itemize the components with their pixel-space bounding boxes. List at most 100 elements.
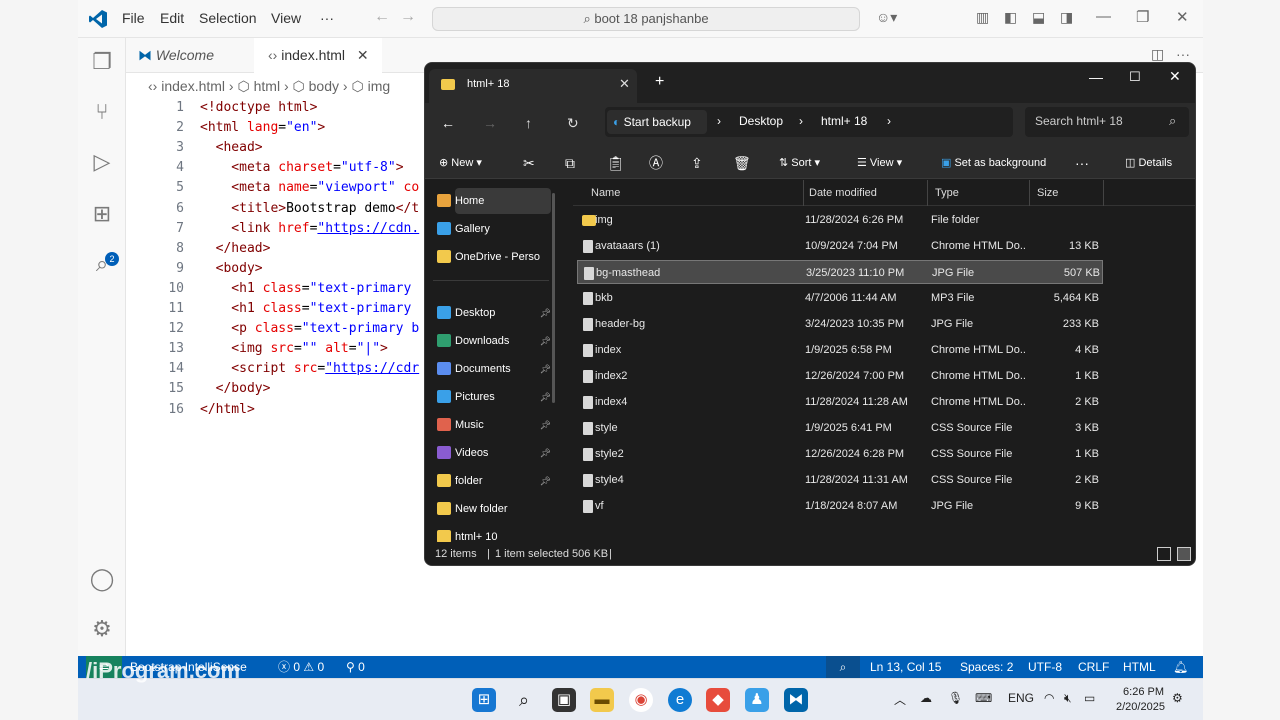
edge-icon[interactable]: e [668, 688, 692, 712]
code-line[interactable]: <link href="https://cdn. [200, 221, 419, 236]
nav-item-music[interactable]: Music 📌︎ [437, 412, 551, 438]
tiles-view-icon[interactable] [1177, 547, 1191, 561]
tab-welcome[interactable]: ⧓ Welcome [126, 38, 254, 73]
show-hidden-icons-icon[interactable]: ︿ [894, 691, 906, 708]
file-row[interactable]: style 1/9/2025 6:41 PM CSS Source File 3 KB [577, 416, 1103, 440]
menu-file[interactable]: File [122, 10, 145, 26]
code-line[interactable]: <meta charset="utf-8"> [200, 160, 403, 175]
file-explorer-icon[interactable]: ▬ [590, 688, 614, 712]
code-line[interactable]: </head> [200, 241, 271, 256]
view-button[interactable]: ☰ View ▾ [857, 147, 902, 179]
code-line[interactable]: <body> [200, 261, 263, 276]
toggle-secondary-sidebar-icon[interactable]: ◨ [1060, 9, 1073, 26]
start-windows-icon[interactable]: ⊞ [472, 688, 496, 712]
nav-item-folder[interactable]: folder 📌︎ [437, 468, 551, 494]
file-row[interactable]: index2 12/26/2024 7:00 PM Chrome HTML Do..… [577, 364, 1103, 388]
wifi-icon[interactable]: ◠ [1044, 691, 1054, 705]
code-line[interactable]: </body> [200, 381, 271, 396]
column-type[interactable]: Type [935, 180, 959, 206]
copilot-icon[interactable]: ☺▾ [876, 9, 897, 26]
input-language[interactable]: ENG [1008, 691, 1034, 705]
pin-icon[interactable]: 📌︎ [540, 412, 551, 438]
code-line[interactable]: <title>Bootstrap demo</t [200, 201, 419, 216]
pin-icon[interactable]: 📌︎ [540, 300, 551, 326]
column-divider[interactable] [927, 180, 928, 206]
sort-button[interactable]: ⇅ Sort ▾ [779, 147, 820, 179]
battery-icon[interactable]: ▭ [1084, 691, 1095, 705]
nav-item-documents[interactable]: Documents 📌︎ [437, 356, 551, 382]
pin-icon[interactable]: 📌︎ [540, 440, 551, 466]
vscode-taskbar-icon[interactable]: ⧓ [784, 688, 808, 712]
app-icon[interactable]: ♟ [745, 688, 769, 712]
nav-item-pictures[interactable]: Pictures 📌︎ [437, 384, 551, 410]
file-row[interactable]: index4 11/28/2024 11:28 AM Chrome HTML Do.… [577, 390, 1103, 414]
clock[interactable]: 6:26 PM 2/20/2025 [1116, 685, 1165, 715]
cut-icon[interactable]: ✂ [523, 147, 535, 179]
file-row[interactable]: style2 12/26/2024 6:28 PM CSS Source File 1… [577, 442, 1103, 466]
column-date-modified[interactable]: Date modified [809, 180, 877, 206]
notifications-bell-icon[interactable]: 🔔︎ [1173, 656, 1188, 678]
paste-icon[interactable]: 📋︎ [607, 147, 625, 179]
close-tab-icon[interactable]: ✕ [619, 76, 630, 92]
toggle-panel-icon[interactable]: ⬓ [1032, 9, 1045, 26]
menu-edit[interactable]: Edit [160, 10, 184, 26]
nav-item-desktop[interactable]: Desktop 📌︎ [437, 300, 551, 326]
column-size[interactable]: Size [1037, 180, 1058, 206]
code-line[interactable]: <html lang="en"> [200, 120, 325, 135]
code-line[interactable]: </html> [200, 402, 255, 417]
address-bar[interactable]: ◐ Start backup › Desktop › html+ 18 › [605, 107, 1013, 137]
nav-item-onedrive-perso[interactable]: OneDrive - Perso› [437, 244, 551, 270]
path-segment-desktop[interactable]: Desktop [739, 114, 783, 128]
task-view-icon[interactable]: ▣ [552, 688, 576, 712]
breadcrumb-html[interactable]: html [254, 78, 280, 94]
indentation[interactable]: Spaces: 2 [960, 656, 1013, 678]
refresh-icon[interactable]: ↻ [567, 115, 579, 132]
column-divider[interactable] [803, 180, 804, 206]
code-line[interactable]: <head> [200, 140, 263, 155]
nav-forward-icon[interactable]: → [400, 8, 416, 26]
pin-icon[interactable]: 📌︎ [540, 356, 551, 382]
problems-status[interactable]: ⓧ 0 ⚠ 0 [278, 656, 324, 678]
close-icon[interactable]: ✕ [1169, 68, 1181, 85]
path-segment-current[interactable]: html+ 18 [821, 114, 867, 128]
copy-icon[interactable]: ⧉ [565, 147, 575, 179]
toggle-sidebar-icon[interactable]: ◧ [1004, 9, 1017, 26]
volume-muted-icon[interactable]: 🔇︎ [1064, 691, 1072, 706]
notification-center-icon[interactable]: ⚙ [1172, 691, 1183, 705]
rename-icon[interactable]: Ⓐ [649, 147, 663, 179]
start-backup-button[interactable]: ◐ Start backup [607, 110, 707, 134]
file-row[interactable]: header-bg 3/24/2023 10:35 PM JPG File 233 K… [577, 312, 1103, 336]
file-row[interactable]: bg-masthead 3/25/2023 11:10 PM JPG File 507… [577, 260, 1103, 284]
split-editor-icon[interactable]: ◫ [1151, 46, 1164, 63]
nav-pane-scrollbar[interactable] [552, 193, 555, 403]
code-line[interactable]: <img src="" alt="|"> [200, 341, 388, 356]
chrome-icon[interactable]: ◉ [629, 688, 653, 712]
account-icon[interactable]: ◯ [89, 566, 115, 592]
column-divider[interactable] [1029, 180, 1030, 206]
close-tab-icon[interactable]: ✕ [357, 47, 369, 63]
command-center[interactable]: ⌕ boot 18 panjshanbe [432, 7, 860, 31]
code-line[interactable]: <h1 class="text-primary [200, 281, 411, 296]
menu-selection[interactable]: Selection [199, 10, 257, 26]
ports-status[interactable]: ⚲ 0 [346, 656, 365, 678]
search-box[interactable]: Search html+ 18 ⌕ [1025, 107, 1189, 137]
code-line[interactable]: <!doctype html> [200, 100, 317, 115]
code-line[interactable]: <h1 class="text-primary [200, 301, 411, 316]
encoding[interactable]: UTF-8 [1028, 656, 1062, 678]
file-row[interactable]: vf 1/18/2024 8:07 AM JPG File 9 KB [577, 494, 1103, 518]
set-as-background-button[interactable]: ▣ Set as background [941, 147, 1046, 179]
new-button[interactable]: ⊕ New ▾ [439, 147, 482, 179]
file-row[interactable]: style4 11/28/2024 11:31 AM CSS Source File… [577, 468, 1103, 492]
maximize-icon[interactable]: ❐ [1136, 8, 1149, 26]
extensions-icon[interactable]: ⊞ [89, 201, 115, 227]
run-debug-icon[interactable]: ▷ [89, 149, 115, 175]
breadcrumb-file[interactable]: index.html [161, 78, 225, 94]
details-button[interactable]: ◫ Details [1125, 147, 1172, 179]
tab-index-html[interactable]: ‹› index.html ✕ [254, 38, 382, 73]
more-actions-icon[interactable]: ··· [1176, 46, 1190, 62]
back-icon[interactable]: ← [441, 115, 455, 131]
nav-item-new-folder[interactable]: New folder [437, 496, 551, 522]
see-more-icon[interactable]: ··· [1075, 147, 1089, 179]
language-mode[interactable]: HTML [1123, 656, 1156, 678]
settings-gear-icon[interactable]: ⚙ [89, 616, 115, 642]
